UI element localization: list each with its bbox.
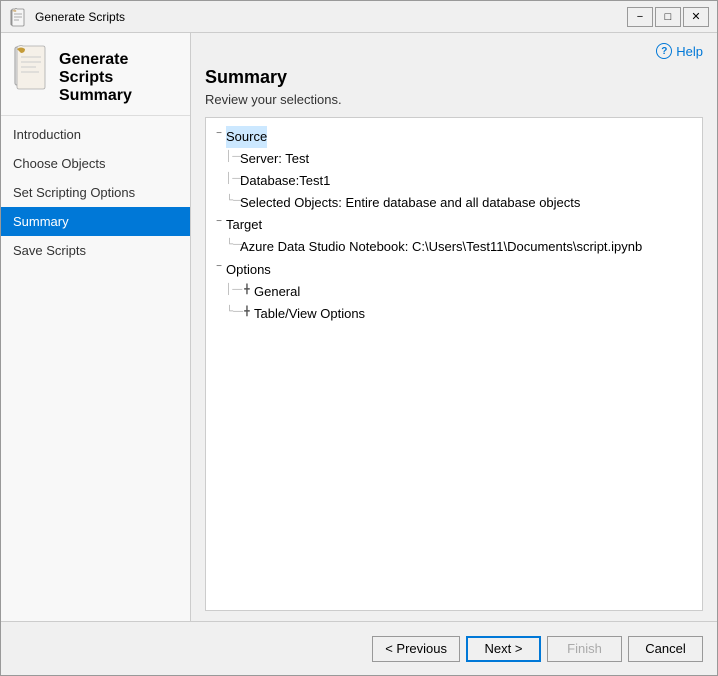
tree-row-database: │— Database:Test1 (212, 170, 696, 192)
tree-row-options: − Options (212, 259, 696, 281)
page-title-area: Summary Review your selections. (205, 67, 703, 107)
connector-general: │— (226, 281, 240, 298)
tree-row-general: │— ╋ General (212, 281, 696, 303)
sidebar-item-summary[interactable]: Summary (1, 207, 190, 236)
footer: < Previous Next > Finish Cancel (1, 621, 717, 675)
tree-row-selected-objects: └— Selected Objects: Entire database and… (212, 192, 696, 214)
finish-button[interactable]: Finish (547, 636, 622, 662)
server-label: Server: Test (240, 148, 309, 170)
sidebar-heading: Generate Scripts Summary (59, 45, 180, 105)
tree-row-notebook: └— Azure Data Studio Notebook: C:\Users\… (212, 236, 696, 258)
content-area: Generate Scripts Summary Introduction Ch… (1, 33, 717, 621)
page-title: Summary (205, 67, 703, 88)
previous-button[interactable]: < Previous (372, 636, 460, 662)
options-label: Options (226, 259, 271, 281)
page-subtitle: Review your selections. (205, 92, 703, 107)
main-panel: ? Help Summary Review your selections. −… (191, 33, 717, 621)
connector-selected-objects: └— (226, 192, 240, 209)
tree-row-target: − Target (212, 214, 696, 236)
next-button[interactable]: Next > (466, 636, 541, 662)
sidebar-header: Generate Scripts Summary (1, 33, 190, 116)
selected-objects-label: Selected Objects: Entire database and al… (240, 192, 580, 214)
maximize-button[interactable]: □ (655, 7, 681, 27)
connector-table-view-options: └— (226, 303, 240, 320)
cancel-button[interactable]: Cancel (628, 636, 703, 662)
close-button[interactable]: ✕ (683, 7, 709, 27)
tree-row-server: │— Server: Test (212, 148, 696, 170)
connector-notebook: └— (226, 236, 240, 253)
sidebar-item-save-scripts[interactable]: Save Scripts (1, 236, 190, 265)
help-label: Help (676, 44, 703, 59)
options-expander[interactable]: − (212, 259, 226, 275)
connector-server: │— (226, 148, 240, 165)
table-view-expander[interactable]: ╋ (240, 303, 254, 319)
source-expander[interactable]: − (212, 126, 226, 142)
sidebar-item-choose-objects[interactable]: Choose Objects (1, 149, 190, 178)
minimize-button[interactable]: − (627, 7, 653, 27)
target-expander[interactable]: − (212, 214, 226, 230)
window-controls: − □ ✕ (627, 7, 709, 27)
database-label: Database:Test1 (240, 170, 330, 192)
tree-row-table-view-options: └— ╋ Table/View Options (212, 303, 696, 325)
window-title: Generate Scripts (35, 10, 627, 24)
tree-container: − Source │— Server: Test │— Database:Tes… (205, 117, 703, 611)
window: Generate Scripts − □ ✕ (0, 0, 718, 676)
notebook-label: Azure Data Studio Notebook: C:\Users\Tes… (240, 236, 642, 258)
help-link[interactable]: ? Help (656, 43, 703, 59)
general-label: General (254, 281, 300, 303)
tree-row-source: − Source (212, 126, 696, 148)
sidebar-item-introduction[interactable]: Introduction (1, 120, 190, 149)
help-icon: ? (656, 43, 672, 59)
sidebar-item-set-scripting-options[interactable]: Set Scripting Options (1, 178, 190, 207)
window-icon (9, 7, 29, 27)
sidebar-nav: Introduction Choose Objects Set Scriptin… (1, 116, 190, 621)
sidebar-logo-icon (11, 45, 51, 90)
target-label: Target (226, 214, 262, 236)
source-label: Source (226, 126, 267, 148)
main-header: ? Help (205, 43, 703, 59)
table-view-label: Table/View Options (254, 303, 365, 325)
general-expander[interactable]: ╋ (240, 281, 254, 297)
title-bar: Generate Scripts − □ ✕ (1, 1, 717, 33)
sidebar: Generate Scripts Summary Introduction Ch… (1, 33, 191, 621)
connector-database: │— (226, 170, 240, 187)
